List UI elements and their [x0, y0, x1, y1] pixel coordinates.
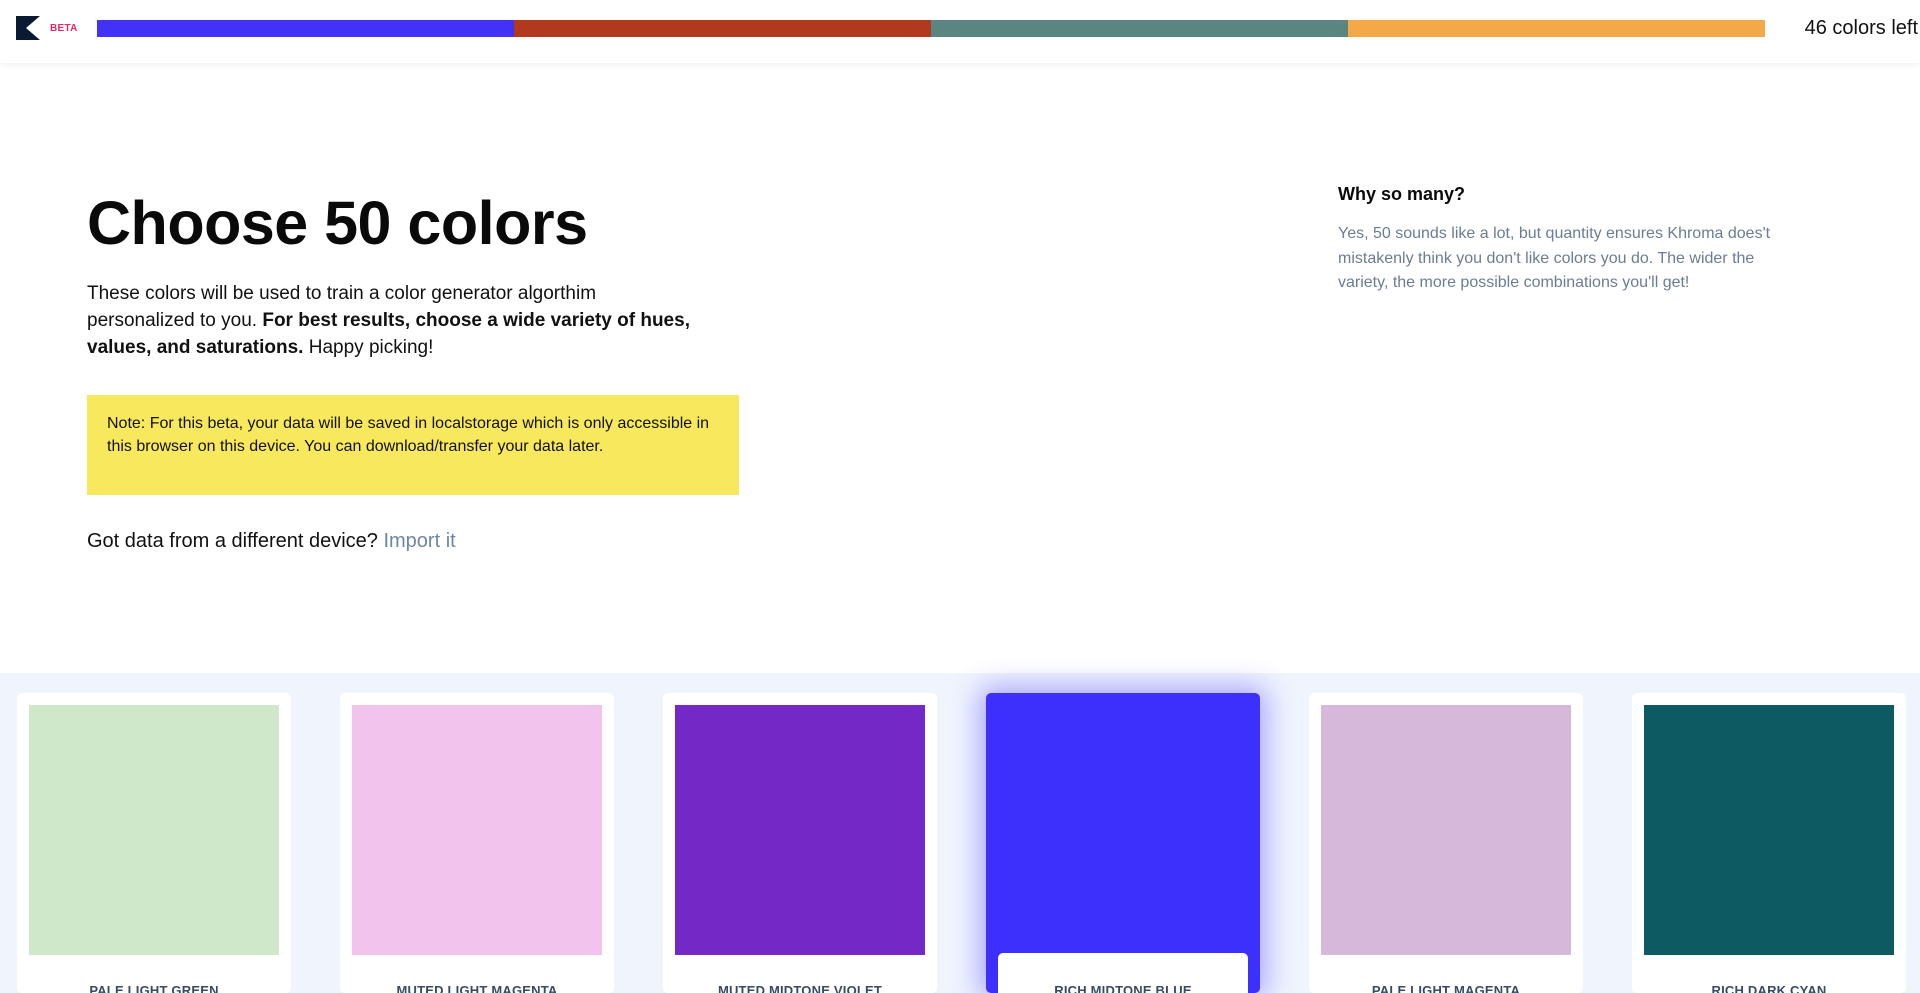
page-title: Choose 50 colors — [87, 189, 588, 257]
progress-segment-4 — [1348, 20, 1765, 37]
color-card[interactable]: MUTED MIDTONE VIOLET — [663, 693, 937, 993]
color-card[interactable]: PALE LIGHT GREEN — [17, 693, 291, 993]
progress-bar — [97, 20, 1765, 37]
why-title: Why so many? — [1338, 184, 1466, 204]
why-text: Yes, 50 sounds like a lot, but quantity … — [1338, 225, 1771, 291]
progress-segment-1 — [97, 20, 514, 37]
color-card[interactable]: PALE LIGHT MAGENTA — [1309, 693, 1583, 993]
intro-text-end: Happy picking! — [303, 337, 434, 358]
khroma-logo-icon[interactable] — [16, 16, 40, 40]
import-link[interactable]: Import it — [383, 530, 455, 552]
color-swatch[interactable] — [1644, 705, 1894, 955]
color-card[interactable]: RICH MIDTONE BLUE — [986, 693, 1260, 993]
import-question: Got data from a different device? — [87, 530, 384, 552]
progress-segment-3 — [931, 20, 1348, 37]
color-label: PALE LIGHT GREEN — [89, 983, 219, 993]
import-prompt: Got data from a different device? Import… — [87, 530, 456, 553]
progress-segment-2 — [514, 20, 931, 37]
color-swatch[interactable] — [986, 693, 1260, 993]
color-swatch[interactable] — [29, 705, 279, 955]
color-label: RICH DARK CYAN — [1711, 983, 1827, 993]
top-bar: BETA 46 colors left — [0, 0, 1920, 63]
swatch-area: PALE LIGHT GREEN MUTED LIGHT MAGENTA MUT… — [0, 673, 1920, 993]
color-label: MUTED MIDTONE VIOLET — [717, 983, 883, 993]
color-label: RICH MIDTONE BLUE — [1054, 983, 1192, 993]
color-label: PALE LIGHT MAGENTA — [1371, 983, 1521, 993]
color-swatch[interactable] — [675, 705, 925, 955]
beta-badge: BETA — [50, 23, 78, 34]
color-swatch[interactable] — [1321, 705, 1571, 955]
color-card[interactable]: RICH DARK CYAN — [1632, 693, 1906, 993]
colors-left-counter: 46 colors left — [1804, 17, 1918, 39]
beta-note: Note: For this beta, your data will be s… — [87, 395, 739, 495]
color-swatch[interactable] — [352, 705, 602, 955]
intro-text: These colors will be used to train a col… — [87, 280, 707, 361]
color-label: MUTED LIGHT MAGENTA — [396, 983, 558, 993]
color-card[interactable]: MUTED LIGHT MAGENTA — [340, 693, 614, 993]
